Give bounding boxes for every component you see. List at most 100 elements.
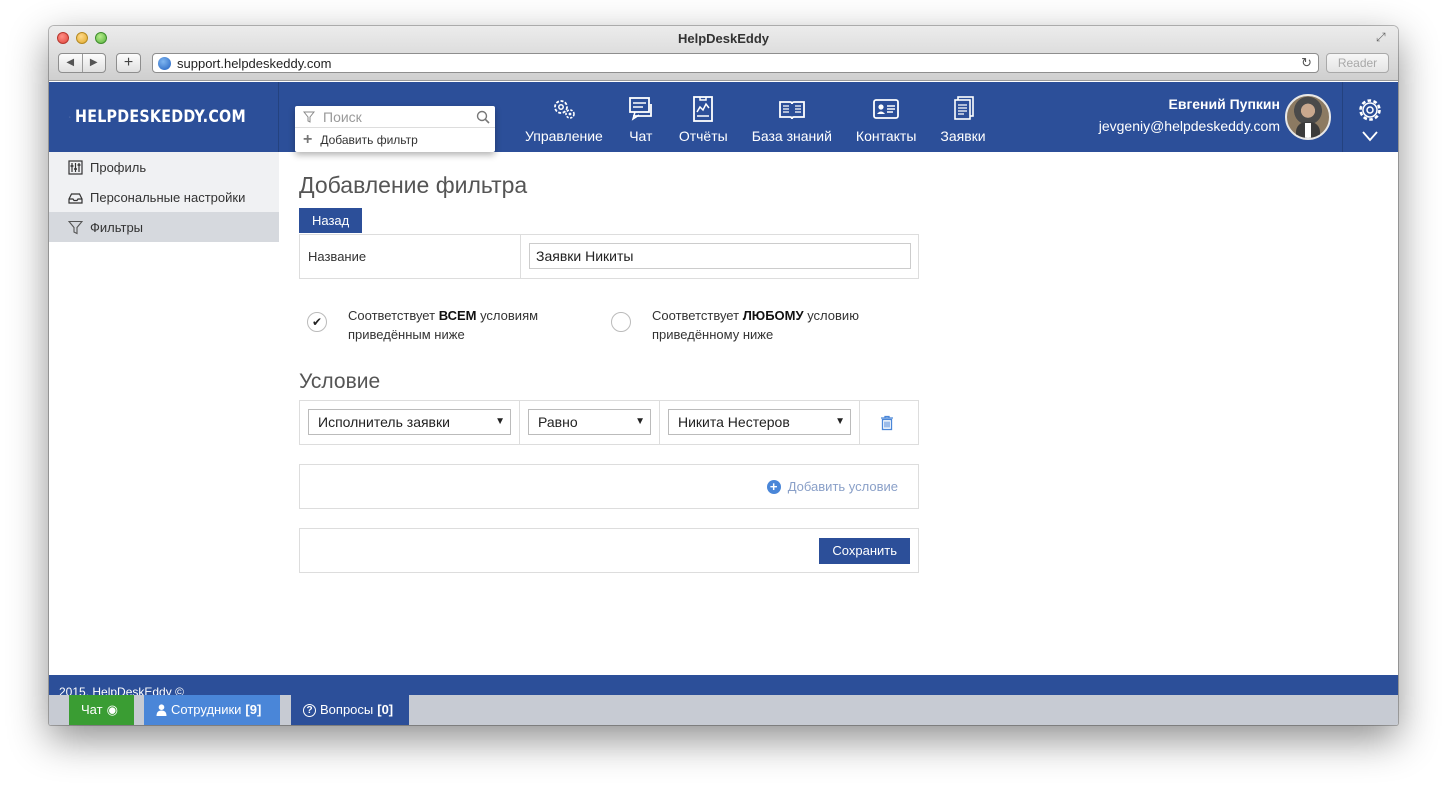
logo[interactable]: HELPDESKEDDY.COM <box>49 82 279 152</box>
browser-toolbar: HelpDeskEddy ⤢ ◀ ▶ + support.helpdeskedd… <box>49 26 1398 81</box>
back-button[interactable]: ◀ <box>59 54 83 72</box>
search-dropdown: + Добавить фильтр <box>295 106 495 152</box>
report-icon <box>693 96 714 122</box>
divider <box>659 401 660 444</box>
sidebar: Профиль Персональные настройки Фильтры <box>49 152 279 242</box>
nav-label: Заявки <box>940 128 986 144</box>
avatar-shirt <box>1305 123 1311 138</box>
user-info[interactable]: Евгений Пупкин jevgeniy@helpdeskeddy.com <box>1099 96 1280 134</box>
plus-circle-icon: + <box>766 479 781 494</box>
address-bar[interactable]: support.helpdeskeddy.com ↻ <box>152 53 1319 73</box>
bottom-tab-chat[interactable]: Чат ◉ <box>69 695 134 725</box>
gear-icon <box>1359 99 1381 121</box>
page-title: Добавление фильтра <box>299 172 528 198</box>
add-filter-item[interactable]: + Добавить фильтр <box>295 128 495 152</box>
add-condition-row: + Добавить условие <box>299 464 919 509</box>
nav-label: Чат <box>629 128 653 144</box>
online-status-icon: ◉ <box>106 702 118 717</box>
bottom-tab-questions[interactable]: ? Вопросы [0] <box>291 695 409 725</box>
match-all-radio[interactable]: ✔ <box>307 312 327 332</box>
dropdown-arrow-icon: ▼ <box>495 416 505 427</box>
name-label: Название <box>308 249 367 264</box>
nav-management[interactable]: Управление <box>513 82 615 152</box>
nav-label: Управление <box>525 128 603 144</box>
question-icon: ? <box>303 703 316 717</box>
nav-label: Отчёты <box>678 128 728 144</box>
divider <box>519 401 520 444</box>
match-any-suffix: условию <box>803 308 859 323</box>
nav-label: База знаний <box>751 128 832 144</box>
filter-name-input[interactable] <box>529 243 911 269</box>
filter-name-row: Название <box>299 234 919 279</box>
gears-icon <box>554 100 575 119</box>
nav-knowledge-base[interactable]: База знаний <box>740 82 844 152</box>
bottom-tab-staff[interactable]: Сотрудники [9] <box>144 695 280 725</box>
nav-contacts[interactable]: Контакты <box>844 82 928 152</box>
sidebar-item-label: Персональные настройки <box>90 189 246 205</box>
search-input[interactable] <box>323 108 473 126</box>
chat-icon <box>628 97 652 121</box>
divider <box>859 401 860 444</box>
match-all-prefix: Соответствует <box>348 308 439 323</box>
footer: 2015, HelpDeskEddy © <box>49 675 1398 697</box>
filter-icon[interactable] <box>303 111 315 123</box>
condition-operator-value: Равно <box>538 414 578 430</box>
sidebar-item-profile[interactable]: Профиль <box>49 152 279 182</box>
match-any-label[interactable]: Соответствует ЛЮБОМУ условию приведённом… <box>652 306 859 344</box>
nav-reports[interactable]: Отчёты <box>667 82 740 152</box>
divider <box>520 235 521 278</box>
window-title: HelpDeskEddy <box>677 31 770 46</box>
add-condition-button[interactable]: + Добавить условие <box>766 479 898 494</box>
match-any-radio[interactable] <box>611 312 631 332</box>
browser-window: HelpDeskEddy ⤢ ◀ ▶ + support.helpdeskedd… <box>49 26 1398 725</box>
condition-operator-select[interactable]: Равно ▼ <box>528 409 651 435</box>
avatar[interactable] <box>1285 94 1331 140</box>
forward-button[interactable]: ▶ <box>83 54 106 72</box>
url-text[interactable]: support.helpdeskeddy.com <box>177 56 331 71</box>
sidebar-item-label: Профиль <box>90 159 147 175</box>
app-header: HELPDESKEDDY.COM + Добавить фильтр <box>49 82 1398 152</box>
chat-tab-label: Чат <box>81 702 103 717</box>
condition-field-select[interactable]: Исполнитель заявки ▼ <box>308 409 511 435</box>
search-icon[interactable] <box>476 110 490 124</box>
logo-text: HELPDESKEDDY.COM <box>74 107 246 127</box>
match-any-bold: ЛЮБОМУ <box>742 308 804 323</box>
sidebar-item-label: Фильтры <box>90 219 144 235</box>
add-filter-label: Добавить фильтр <box>320 133 418 147</box>
book-icon <box>778 101 805 120</box>
reader-button[interactable]: Reader <box>1326 53 1389 73</box>
condition-title: Условие <box>299 370 381 393</box>
dropdown-arrow-icon: ▼ <box>835 416 845 427</box>
questions-count: [0] <box>377 702 394 717</box>
staff-tab-label: Сотрудники <box>171 702 242 717</box>
trash-icon[interactable] <box>880 415 894 431</box>
user-icon <box>156 704 167 716</box>
settings-menu[interactable] <box>1342 82 1398 152</box>
staff-count: [9] <box>245 702 262 717</box>
tickets-icon <box>954 96 974 120</box>
add-condition-label: Добавить условие <box>787 479 898 494</box>
match-any-line2: приведённому ниже <box>652 327 774 342</box>
fullscreen-icon[interactable]: ⤢ <box>1376 30 1390 44</box>
match-all-suffix: условиям <box>476 308 539 323</box>
user-email: jevgeniy@helpdeskeddy.com <box>1098 118 1280 134</box>
plus-icon: + <box>303 131 313 148</box>
reload-icon[interactable]: ↻ <box>1301 55 1312 71</box>
dropdown-arrow-icon: ▼ <box>635 416 645 427</box>
back-button[interactable]: Назад <box>299 208 363 233</box>
profile-icon <box>68 159 83 175</box>
globe-icon <box>158 57 171 70</box>
questions-tab-label: Вопросы <box>320 702 374 717</box>
back-forward-buttons: ◀ ▶ <box>58 53 106 73</box>
sidebar-item-filters[interactable]: Фильтры <box>49 212 279 242</box>
condition-value-value: Никита Нестеров <box>678 414 790 430</box>
sidebar-item-personal-settings[interactable]: Персональные настройки <box>49 182 279 212</box>
new-tab-button[interactable]: + <box>116 53 141 73</box>
nav-tickets[interactable]: Заявки <box>928 82 997 152</box>
condition-value-select[interactable]: Никита Нестеров ▼ <box>668 409 851 435</box>
condition-row: Исполнитель заявки ▼ Равно ▼ Никита Нест… <box>299 400 919 445</box>
save-button[interactable]: Сохранить <box>819 538 910 564</box>
contacts-icon <box>873 99 900 119</box>
match-all-label[interactable]: Соответствует ВСЕМ условиям приведённым … <box>348 306 538 344</box>
nav-chat[interactable]: Чат <box>615 82 667 152</box>
